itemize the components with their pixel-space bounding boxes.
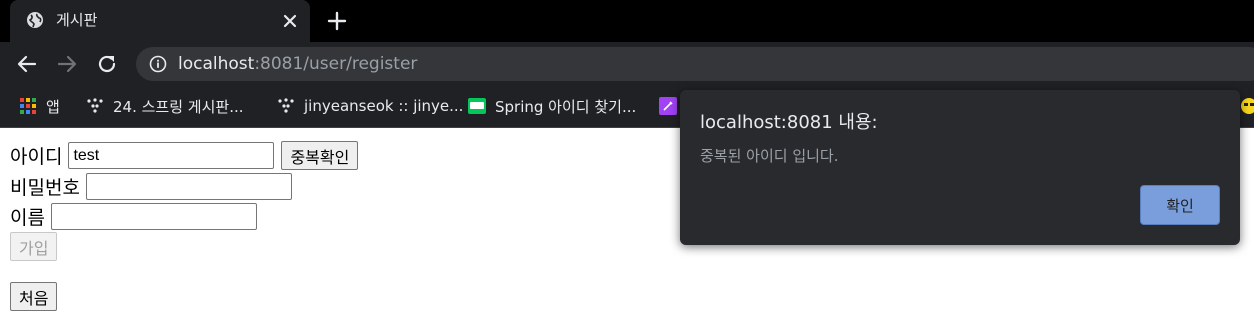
tab-strip: 게시판: [0, 0, 1254, 42]
id-label: 아이디: [10, 146, 63, 168]
browser-tab[interactable]: 게시판: [10, 0, 310, 42]
apps-grid-icon: [20, 98, 36, 114]
password-input[interactable]: [85, 173, 292, 200]
close-icon[interactable]: [280, 11, 300, 31]
bookmark-label: Spring 아이디 찾기...: [495, 97, 637, 116]
password-label: 비밀번호: [10, 177, 80, 199]
dialog-title: localhost:8081 내용:: [700, 112, 878, 133]
bookmark-apps[interactable]: 앱: [19, 95, 60, 117]
bookmark-spring-board[interactable]: 24. 스프링 게시판...: [86, 95, 244, 117]
browser-toolbar: localhost:8081/user/register: [0, 42, 1254, 86]
name-row: 이름: [10, 203, 257, 230]
join-button[interactable]: 가입: [10, 232, 58, 261]
name-label: 이름: [10, 207, 45, 229]
dialog-message: 중복된 아이디 입니다.: [700, 147, 839, 165]
password-row: 비밀번호: [10, 173, 292, 200]
tab-title: 게시판: [56, 11, 98, 29]
new-tab-icon[interactable]: [326, 10, 348, 32]
address-bar[interactable]: localhost:8081/user/register: [136, 47, 1254, 81]
blog-logo-icon: [468, 98, 486, 114]
dialog-ok-button[interactable]: 확인: [1140, 185, 1220, 225]
reload-icon[interactable]: [95, 52, 119, 76]
purple-doc-icon: [659, 97, 677, 115]
bookmark-label: 24. 스프링 게시판...: [113, 97, 244, 116]
bookmark-label: jinyeanseok :: jinye...: [304, 97, 464, 115]
forward-arrow-icon[interactable]: [55, 52, 79, 76]
smiley-icon[interactable]: [1240, 97, 1254, 115]
dots-logo-icon: [87, 98, 103, 113]
address-host: localhost: [178, 54, 255, 74]
home-button[interactable]: 처음: [10, 282, 58, 311]
join-row: 가입: [10, 232, 58, 261]
bookmark-spring-find-id[interactable]: Spring 아이디 찾기...: [468, 95, 636, 117]
id-input[interactable]: [68, 142, 275, 169]
home-row: 처음: [10, 282, 58, 311]
name-input[interactable]: [50, 203, 257, 230]
id-row: 아이디 중복확인: [10, 141, 359, 170]
info-icon[interactable]: [149, 55, 167, 73]
bookmark-jinyeanseok[interactable]: jinyeanseok :: jinye...: [277, 95, 463, 117]
duplicate-check-button[interactable]: 중복확인: [281, 141, 359, 170]
address-path: :8081/user/register: [254, 54, 418, 74]
back-arrow-icon[interactable]: [15, 52, 39, 76]
bookmark-label: 앱: [46, 97, 60, 116]
address-url: localhost:8081/user/register: [178, 54, 417, 74]
globe-icon: [27, 12, 43, 28]
alert-dialog: localhost:8081 내용: 중복된 아이디 입니다. 확인: [680, 90, 1240, 245]
dots-logo-icon: [278, 98, 294, 113]
